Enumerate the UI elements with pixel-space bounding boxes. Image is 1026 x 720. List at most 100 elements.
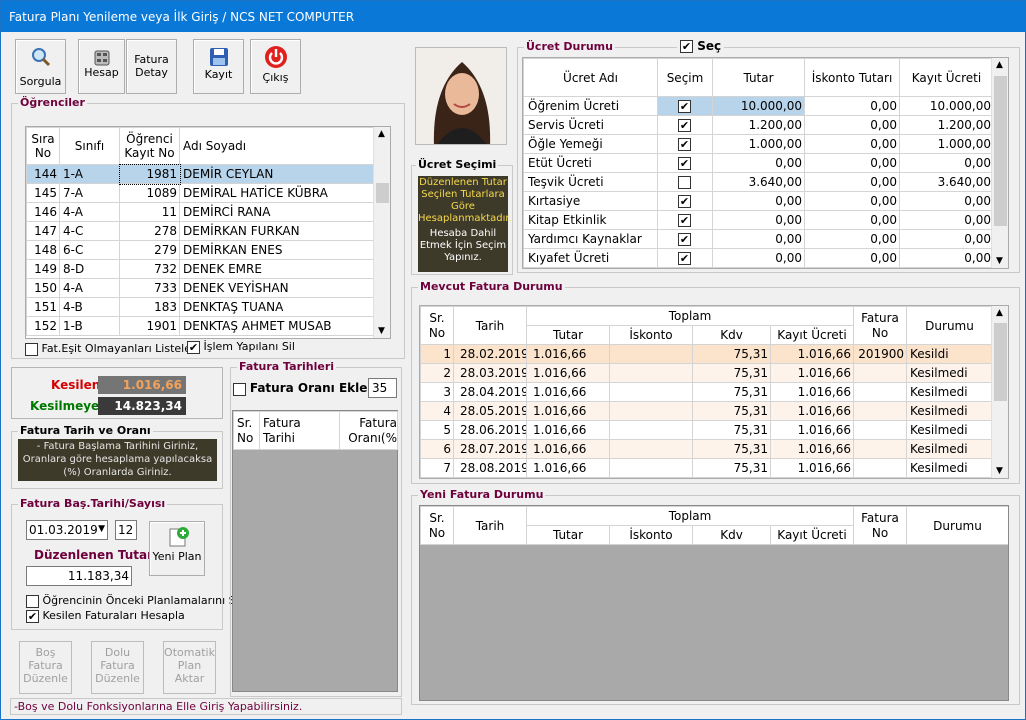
ud-header-kayit[interactable]: Kayıt Ücreti [899, 58, 994, 97]
ud-scroll-thumb[interactable] [994, 76, 1007, 226]
chk-fat-esit[interactable]: Fat.Eşit Olmayanları Listele [25, 342, 191, 356]
table-row[interactable]: Öğle Yemeği ✔ 1.000,00 0,00 1.000,00 [523, 134, 994, 154]
yn-header-kayit[interactable]: Kayıt Ücreti [769, 525, 855, 545]
otomatik-plan-aktar-button[interactable]: Otomatik Plan Aktar [163, 641, 216, 694]
mv-scroll-down-icon[interactable]: ▼ [996, 466, 1003, 476]
cell-secim[interactable]: ✔ [657, 248, 713, 268]
table-row[interactable]: 1 28.02.2019 1.016,66 75,31 1.016,66 201900 Ke… [420, 344, 994, 364]
cell-secim[interactable]: ✔ [657, 153, 713, 173]
ud-header-iskonto[interactable]: İskonto Tutarı [804, 58, 900, 97]
chk-sec[interactable]: ✔ Seç [677, 39, 725, 53]
yeni-table[interactable]: Sr. No Tarih Toplam Fatura No Durumu Tutar… [419, 505, 1009, 701]
table-row[interactable]: Kitap Etkinlik ✔ 0,00 0,00 0,00 [523, 210, 994, 230]
mv-header-durumu[interactable]: Durumu [906, 306, 994, 345]
table-row[interactable]: 150 4-A 733 DENEK VEYİSHAN [26, 278, 375, 298]
fatura-count-input[interactable]: 12 [115, 520, 137, 540]
table-row[interactable]: Yardımcı Kaynaklar ✔ 0,00 0,00 0,00 [523, 229, 994, 249]
ud-scroll-up-icon[interactable]: ▲ [996, 60, 1003, 70]
chk-kesilen-hesapla-box[interactable]: ✔ [26, 609, 39, 623]
cell-secim[interactable]: ✔ [657, 115, 713, 135]
chk-onceki-plan-box[interactable] [26, 594, 39, 608]
cell-secim[interactable]: ✔ [657, 134, 713, 154]
yn-header-toplam[interactable]: Toplam [525, 506, 855, 526]
ft-header-oran[interactable]: Fatura Oranı(% [339, 411, 398, 450]
chk-sec-box[interactable]: ✔ [680, 40, 693, 53]
ucret-durumu-scrollbar[interactable]: ▲ ▼ [991, 58, 1008, 268]
table-row[interactable]: 152 1-B 1901 DENKTAŞ AHMET MUSAB [26, 316, 375, 336]
cell-secim[interactable]: ✔ [657, 191, 713, 211]
mv-header-kayit[interactable]: Kayıt Ücreti [769, 325, 855, 345]
fatura-detay-button[interactable]: Fatura Detay [126, 39, 177, 94]
ogrenciler-table[interactable]: Sıra No Sınıfı Öğrenci Kayıt No Adı Soyadı… [25, 126, 391, 339]
chk-fatura-orani-box[interactable] [233, 382, 246, 396]
yn-header-tarih[interactable]: Tarih [453, 506, 527, 545]
ud-header-adi[interactable]: Ücret Adı [523, 58, 658, 97]
cell-secim[interactable] [657, 172, 713, 192]
secim-checkbox[interactable]: ✔ [678, 119, 691, 132]
scroll-down-icon[interactable]: ▼ [378, 326, 385, 336]
ft-header-tarih[interactable]: Fatura Tarihi [259, 411, 340, 450]
table-row[interactable]: Teşvik Ücreti 3.640,00 0,00 3.640,00 [523, 172, 994, 192]
scroll-up-icon[interactable]: ▲ [378, 129, 385, 139]
secim-checkbox[interactable]: ✔ [678, 233, 691, 246]
ucret-durumu-table[interactable]: Ücret Adı Seçim Tutar İskonto Tutarı Kay… [522, 57, 1009, 269]
chk-kesilen-hesapla[interactable]: ✔ Kesilen Faturaları Hesapla [26, 609, 185, 623]
mevcut-scrollbar[interactable]: ▲ ▼ [991, 306, 1008, 478]
hesap-button[interactable]: Hesap [78, 39, 125, 94]
secim-checkbox[interactable] [678, 176, 691, 189]
scroll-thumb[interactable] [376, 183, 389, 203]
dolu-fatura-duzenle-button[interactable]: Dolu Fatura Düzenle [91, 641, 144, 694]
cell-secim[interactable]: ✔ [657, 210, 713, 230]
cikis-button[interactable]: Çıkış [250, 39, 301, 94]
chk-islem-sil-box[interactable]: ✔ [187, 340, 200, 354]
yn-header-durumu[interactable]: Durumu [906, 506, 1008, 545]
table-row[interactable]: 146 4-A 11 DEMİRCİ RANA [26, 202, 375, 222]
header-sira[interactable]: Sıra No [26, 127, 60, 165]
mv-scroll-up-icon[interactable]: ▲ [996, 308, 1003, 318]
chk-fatura-orani-ekle[interactable]: Fatura Oranı Ekle [233, 381, 367, 396]
ogrenciler-scrollbar[interactable]: ▲ ▼ [373, 127, 390, 338]
fatura-orani-input[interactable]: 35 [368, 378, 397, 398]
yn-header-fatura-no[interactable]: Fatura No [853, 506, 908, 545]
table-row[interactable]: 145 7-A 1089 DEMİRAL HATİCE KÜBRA [26, 183, 375, 203]
sorgula-button[interactable]: Sorgula [15, 39, 66, 94]
cell-secim[interactable]: ✔ [657, 229, 713, 249]
yn-header-iskonto[interactable]: İskonto [609, 525, 693, 545]
mv-header-sr[interactable]: Sr. No [420, 306, 454, 345]
chk-islem-sil[interactable]: ✔ İşlem Yapılanı Sil [187, 340, 295, 354]
secim-checkbox[interactable]: ✔ [678, 157, 691, 170]
fatura-tarihleri-table[interactable]: Sr. No Fatura Tarihi Fatura Oranı(% [232, 410, 398, 692]
table-row[interactable]: Kırtasiye ✔ 0,00 0,00 0,00 [523, 191, 994, 211]
yn-header-sr[interactable]: Sr. No [420, 506, 454, 545]
table-row[interactable]: 4 28.05.2019 1.016,66 75,31 1.016,66 Kesilmed… [420, 401, 994, 421]
table-row[interactable]: 144 1-A 1981 DEMİR CEYLAN [26, 163, 375, 185]
table-row[interactable]: 149 8-D 732 DENEK EMRE [26, 259, 375, 279]
mv-scroll-thumb[interactable] [994, 323, 1007, 401]
table-row[interactable]: 151 4-B 183 DENKTAŞ TUANA [26, 297, 375, 317]
mv-header-tutar[interactable]: Tutar [526, 325, 610, 345]
table-row[interactable]: Servis Ücreti ✔ 1.200,00 0,00 1.200,00 [523, 115, 994, 135]
table-row[interactable]: 2 28.03.2019 1.016,66 75,31 1.016,66 Kesilmed… [420, 363, 994, 383]
mevcut-table[interactable]: Sr. No Tarih Toplam Fatura No Durumu Tutar… [419, 305, 1009, 479]
table-row[interactable]: 148 6-C 279 DEMİRKAN ENES [26, 240, 375, 260]
yn-header-kdv[interactable]: Kdv [692, 525, 771, 545]
secim-checkbox[interactable]: ✔ [678, 195, 691, 208]
header-sinif[interactable]: Sınıfı [59, 127, 120, 165]
mv-header-kdv[interactable]: Kdv [692, 325, 771, 345]
ud-header-secim[interactable]: Seçim [657, 58, 713, 97]
secim-checkbox[interactable]: ✔ [678, 138, 691, 151]
chk-fat-esit-box[interactable] [25, 342, 38, 356]
table-row[interactable]: Etüt Ücreti ✔ 0,00 0,00 0,00 [523, 153, 994, 173]
table-row[interactable]: 5 28.06.2019 1.016,66 75,31 1.016,66 Kesilmed… [420, 420, 994, 440]
calendar-dropdown-icon[interactable]: ▼ [98, 524, 105, 534]
yn-header-tutar[interactable]: Tutar [526, 525, 610, 545]
date-picker[interactable]: 01.03.2019 ▼ [26, 520, 108, 540]
secim-checkbox[interactable]: ✔ [678, 252, 691, 265]
ft-header-sr[interactable]: Sr. No [233, 411, 260, 450]
table-row[interactable]: Kıyafet Ücreti ✔ 0,00 0,00 0,00 [523, 248, 994, 268]
mv-header-tarih[interactable]: Tarih [453, 306, 527, 345]
duzenlenen-input[interactable]: 11.183,34 [26, 566, 132, 586]
table-row[interactable]: 3 28.04.2019 1.016,66 75,31 1.016,66 Kesilmed… [420, 382, 994, 402]
table-row[interactable]: Öğrenim Ücreti ✔ 10.000,00 0,00 10.000,00 [523, 96, 994, 116]
table-row[interactable]: 6 28.07.2019 1.016,66 75,31 1.016,66 Kesilmed… [420, 439, 994, 459]
